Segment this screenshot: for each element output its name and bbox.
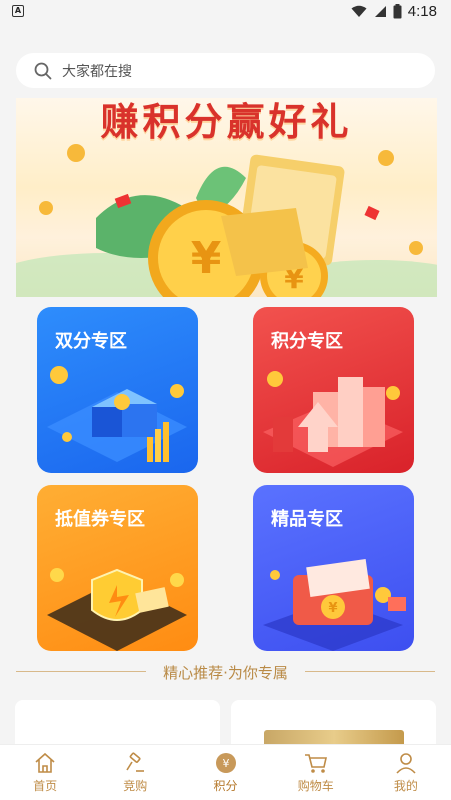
home-icon (35, 752, 55, 773)
zone-points[interactable]: 积分专区 (253, 307, 414, 473)
bottom-tab-bar: 首页 竞购 ¥ 积分 购物车 我的 (0, 744, 451, 800)
zone-label: 抵值券专区 (55, 509, 145, 530)
tab-mine[interactable]: 我的 (361, 745, 451, 800)
status-icons: 4:18 (351, 3, 437, 20)
app-notification-icon: A (12, 5, 24, 17)
user-icon (396, 752, 416, 774)
wifi-icon (351, 5, 367, 17)
tab-bidding[interactable]: 竞购 (90, 745, 180, 800)
battery-icon (393, 4, 402, 19)
zone-label: 积分专区 (271, 331, 343, 352)
banner-title: 赚积分赢好礼 (100, 100, 353, 144)
svg-text:¥: ¥ (222, 757, 229, 770)
signal-icon (374, 6, 386, 17)
section-title: 精心推荐·为你专属 (163, 664, 288, 682)
tab-label: 首页 (33, 778, 58, 793)
search-placeholder: 大家都在搜 (62, 63, 132, 80)
zone-voucher[interactable]: 抵值券专区 (37, 485, 198, 651)
svg-text:¥: ¥ (191, 233, 222, 284)
zone-label: 精品专区 (271, 509, 343, 530)
tab-label: 积分 (213, 778, 238, 793)
zone-label: 双分专区 (55, 331, 127, 352)
tab-points[interactable]: ¥ 积分 (180, 745, 270, 800)
gavel-icon (126, 752, 145, 772)
zone-premium[interactable]: ¥ 精品专区 (253, 485, 414, 651)
search-bar[interactable]: 大家都在搜 (16, 53, 435, 88)
tab-cart[interactable]: 购物车 (271, 745, 361, 800)
recommend-section-header: 精心推荐·为你专属 (0, 660, 451, 684)
cart-icon (304, 753, 327, 773)
points-coin-icon: ¥ (215, 752, 236, 773)
tab-home[interactable]: 首页 (0, 745, 90, 800)
svg-text:¥: ¥ (328, 601, 337, 616)
zone-double-points[interactable]: 双分专区 (37, 307, 198, 473)
clock: 4:18 (407, 3, 437, 20)
search-icon (34, 62, 52, 79)
tab-label: 竞购 (123, 778, 148, 793)
tab-label: 购物车 (297, 778, 334, 793)
status-bar: A 4:18 (0, 0, 451, 24)
tab-label: 我的 (393, 778, 418, 793)
promo-banner[interactable]: ¥ ¥ 赚积分赢好礼 (16, 98, 437, 297)
